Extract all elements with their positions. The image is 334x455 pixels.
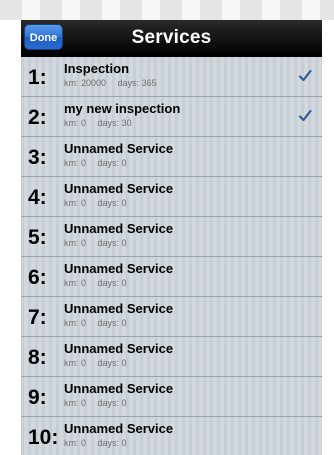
service-details: km: 0 days: 0: [64, 278, 127, 289]
service-number: 6:: [28, 266, 47, 289]
km-value: 0: [81, 398, 87, 408]
service-number: 3:: [28, 146, 47, 169]
service-name: Unnamed Service: [64, 141, 174, 156]
days-label: days:: [97, 158, 120, 168]
days-value: 0: [121, 438, 127, 448]
service-details: km: 0 days: 0: [64, 158, 127, 169]
service-name: my new inspection: [64, 101, 181, 116]
km-label: km:: [64, 278, 79, 288]
services-list[interactable]: 1: Inspection km: 20000 days: 365 2: my …: [21, 57, 322, 455]
screen: Services Done 1: Inspection km: 20000 da…: [0, 0, 334, 455]
service-row-1[interactable]: 1: Inspection km: 20000 days: 365: [21, 57, 322, 97]
check-icon: [298, 109, 312, 122]
service-details: km: 0 days: 0: [64, 198, 127, 209]
km-value: 0: [81, 238, 87, 248]
km-label: km:: [64, 78, 79, 88]
service-row-6[interactable]: 6: Unnamed Service km: 0 days: 0: [21, 257, 322, 297]
service-name: Unnamed Service: [64, 421, 174, 436]
km-label: km:: [64, 358, 79, 368]
days-value: 0: [121, 318, 127, 328]
service-details: km: 0 days: 0: [64, 238, 127, 249]
days-label: days:: [97, 318, 120, 328]
service-number: 10:: [28, 426, 59, 449]
service-number: 9:: [28, 386, 47, 409]
service-row-3[interactable]: 3: Unnamed Service km: 0 days: 0: [21, 137, 322, 177]
service-number: 5:: [28, 226, 47, 249]
km-value: 0: [81, 118, 87, 128]
service-details: km: 0 days: 0: [64, 358, 127, 369]
navigation-bar: Services Done: [21, 20, 322, 57]
service-name: Unnamed Service: [64, 381, 174, 396]
km-value: 0: [81, 158, 87, 168]
done-button[interactable]: Done: [24, 24, 63, 50]
service-details: km: 20000 days: 365: [64, 78, 157, 89]
km-label: km:: [64, 318, 79, 328]
km-label: km:: [64, 238, 79, 248]
days-value: 365: [141, 78, 157, 88]
days-value: 0: [121, 278, 127, 288]
service-name: Unnamed Service: [64, 341, 174, 356]
days-value: 0: [121, 358, 127, 368]
service-number: 2:: [28, 106, 47, 129]
page-title: Services: [131, 27, 212, 48]
days-value: 0: [121, 198, 127, 208]
km-value: 0: [81, 198, 87, 208]
service-row-10[interactable]: 10: Unnamed Service km: 0 days: 0: [21, 417, 322, 455]
service-name: Unnamed Service: [64, 261, 174, 276]
service-number: 8:: [28, 346, 47, 369]
service-name: Inspection: [64, 61, 130, 76]
service-name: Unnamed Service: [64, 301, 174, 316]
service-row-7[interactable]: 7: Unnamed Service km: 0 days: 0: [21, 297, 322, 337]
status-bar: [0, 0, 334, 20]
service-row-4[interactable]: 4: Unnamed Service km: 0 days: 0: [21, 177, 322, 217]
km-value: 0: [81, 318, 87, 328]
days-label: days:: [97, 118, 120, 128]
days-label: days:: [97, 238, 120, 248]
service-details: km: 0 days: 0: [64, 438, 127, 449]
service-row-9[interactable]: 9: Unnamed Service km: 0 days: 0: [21, 377, 322, 417]
days-label: days:: [97, 278, 120, 288]
days-label: days:: [97, 198, 120, 208]
service-details: km: 0 days: 0: [64, 318, 127, 329]
service-name: Unnamed Service: [64, 181, 174, 196]
service-row-5[interactable]: 5: Unnamed Service km: 0 days: 0: [21, 217, 322, 257]
km-value: 0: [81, 358, 87, 368]
km-value: 0: [81, 438, 87, 448]
days-value: 0: [121, 238, 127, 248]
service-row-8[interactable]: 8: Unnamed Service km: 0 days: 0: [21, 337, 322, 377]
right-margin: [322, 20, 334, 455]
km-label: km:: [64, 158, 79, 168]
service-details: km: 0 days: 0: [64, 398, 127, 409]
service-number: 7:: [28, 306, 47, 329]
days-label: days:: [97, 358, 120, 368]
days-value: 0: [121, 398, 127, 408]
service-number: 4:: [28, 186, 47, 209]
service-number: 1:: [28, 66, 47, 89]
km-label: km:: [64, 118, 79, 128]
service-name: Unnamed Service: [64, 221, 174, 236]
service-row-2[interactable]: 2: my new inspection km: 0 days: 30: [21, 97, 322, 137]
km-label: km:: [64, 198, 79, 208]
km-label: km:: [64, 398, 79, 408]
km-value: 20000: [81, 78, 107, 88]
days-value: 0: [121, 158, 127, 168]
check-icon: [298, 69, 312, 82]
km-label: km:: [64, 438, 79, 448]
days-value: 30: [121, 118, 132, 128]
days-label: days:: [97, 398, 120, 408]
days-label: days:: [117, 78, 140, 88]
km-value: 0: [81, 278, 87, 288]
days-label: days:: [97, 438, 120, 448]
service-details: km: 0 days: 30: [64, 118, 132, 129]
